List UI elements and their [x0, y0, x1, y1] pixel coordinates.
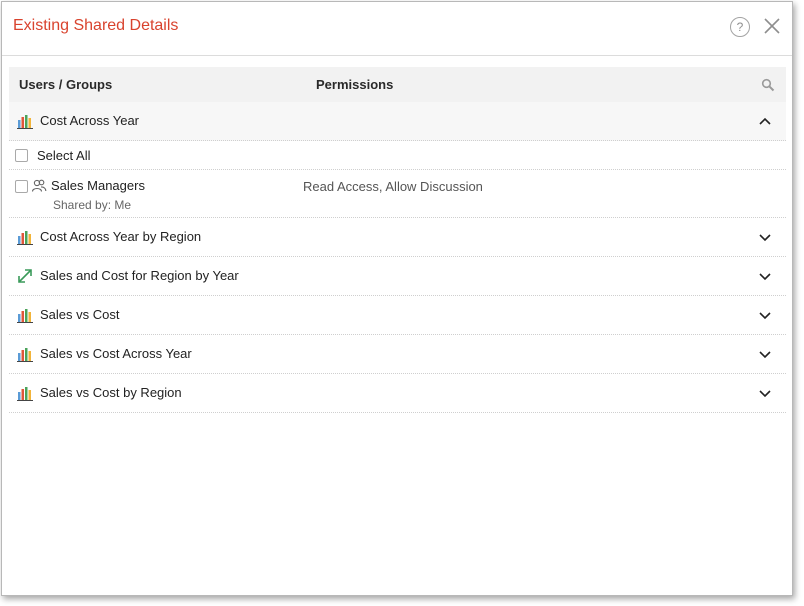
- bar-chart-icon: [16, 385, 34, 401]
- search-icon[interactable]: [761, 78, 775, 92]
- share-entry-row: Sales Managers Shared by: Me Read Access…: [9, 170, 786, 218]
- share-entry-shared-by: Shared by: Me: [53, 198, 132, 212]
- chevron-down-icon[interactable]: [758, 269, 772, 283]
- bar-chart-icon: [16, 346, 34, 362]
- share-entry-permissions: Read Access, Allow Discussion: [303, 179, 483, 194]
- close-icon[interactable]: [763, 17, 781, 35]
- view-row[interactable]: Cost Across Year: [9, 102, 786, 141]
- view-row[interactable]: Sales and Cost for Region by Year: [9, 257, 786, 296]
- view-row-label: Cost Across Year: [40, 113, 139, 128]
- column-header-permissions: Permissions: [316, 77, 394, 92]
- table-header: Users / Groups Permissions: [9, 67, 786, 102]
- column-header-users-groups: Users / Groups: [19, 77, 113, 92]
- share-entry-checkbox[interactable]: [15, 180, 28, 193]
- group-icon: [31, 179, 47, 193]
- bar-chart-icon: [16, 307, 34, 323]
- chevron-down-icon[interactable]: [758, 347, 772, 361]
- view-row-label: Sales vs Cost by Region: [40, 385, 182, 400]
- chevron-down-icon[interactable]: [758, 386, 772, 400]
- chevron-up-icon[interactable]: [758, 114, 772, 128]
- chevron-down-icon[interactable]: [758, 308, 772, 322]
- view-row-label: Cost Across Year by Region: [40, 229, 202, 244]
- view-row-label: Sales vs Cost Across Year: [40, 346, 192, 361]
- bar-chart-icon: [16, 229, 34, 245]
- view-row[interactable]: Sales vs Cost: [9, 296, 786, 335]
- view-row[interactable]: Sales vs Cost by Region: [9, 374, 786, 413]
- bar-chart-icon: [16, 113, 34, 129]
- chevron-down-icon[interactable]: [758, 230, 772, 244]
- view-row-label: Sales and Cost for Region by Year: [40, 268, 239, 283]
- dialog-header: Existing Shared Details ?: [2, 2, 792, 56]
- share-entry-name: Sales Managers: [51, 178, 145, 193]
- shared-details-dialog: Existing Shared Details ? Users / Groups…: [1, 1, 793, 596]
- diagonal-arrows-icon: [16, 268, 34, 284]
- select-all-row: Select All: [9, 141, 786, 170]
- help-icon[interactable]: ?: [730, 17, 750, 37]
- view-row[interactable]: Sales vs Cost Across Year: [9, 335, 786, 374]
- select-all-label: Select All: [37, 148, 91, 163]
- view-row[interactable]: Cost Across Year by Region: [9, 218, 786, 257]
- view-row-label: Sales vs Cost: [40, 307, 120, 322]
- dialog-title: Existing Shared Details: [13, 17, 179, 34]
- select-all-checkbox[interactable]: [15, 149, 28, 162]
